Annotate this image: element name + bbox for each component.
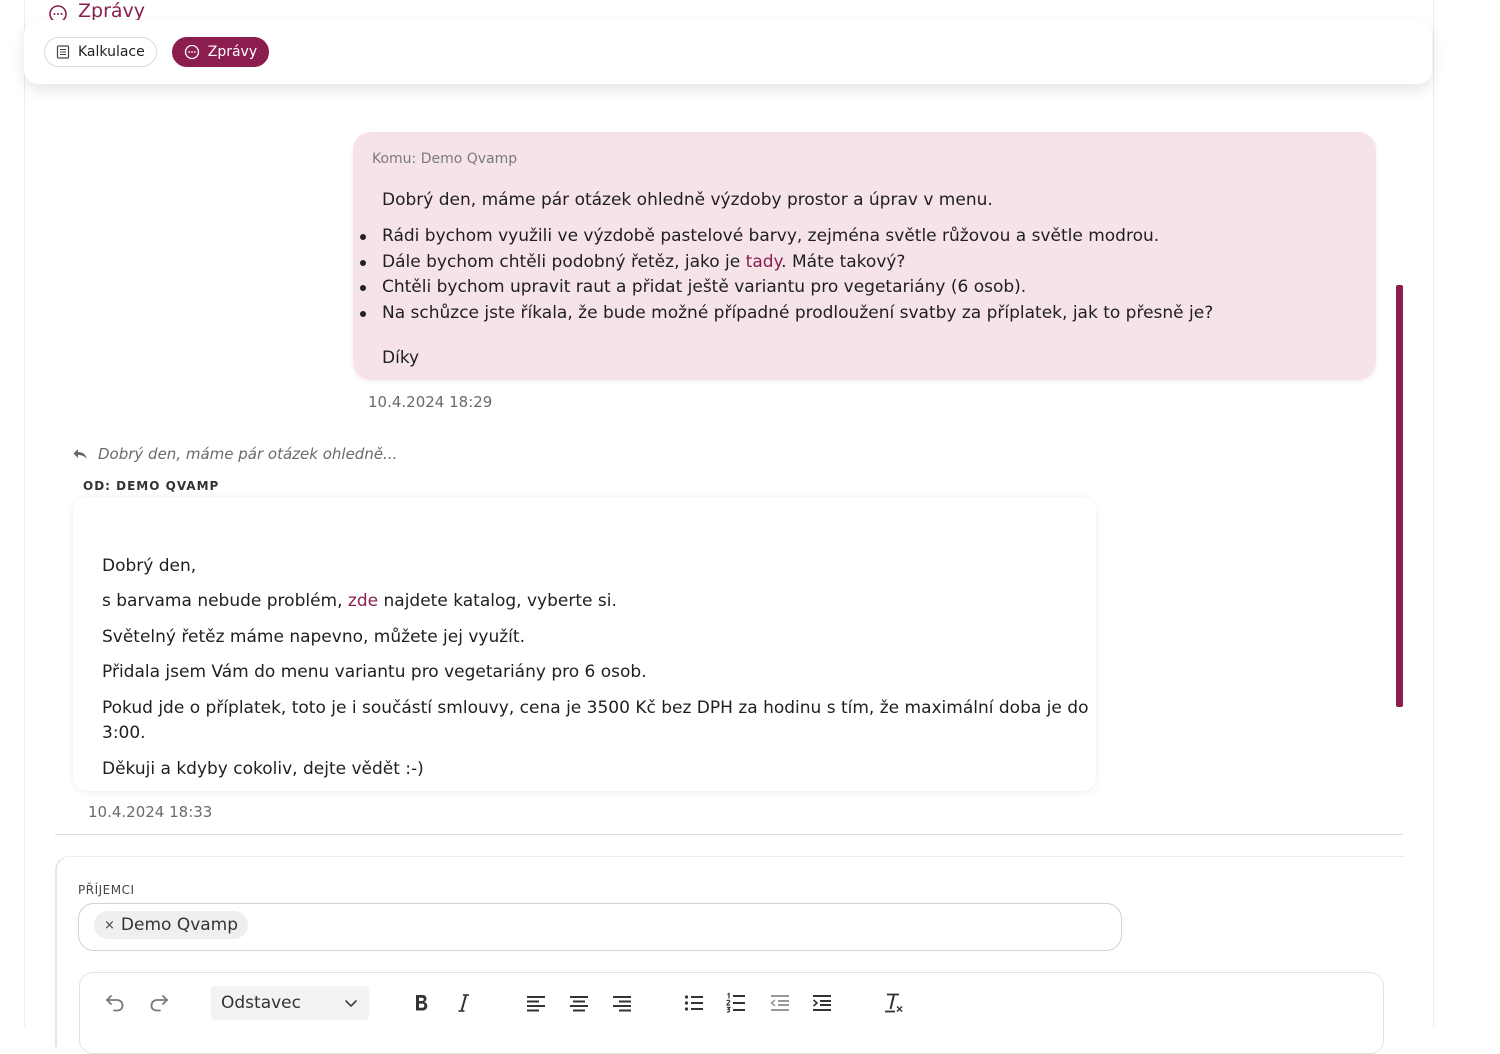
bold-button[interactable] <box>408 986 434 1020</box>
message-paragraph: 3:00. <box>102 723 146 743</box>
tab-bar: Kalkulace Zprávy <box>24 20 1432 84</box>
list-item-suffix: . Máte takový? <box>781 251 906 272</box>
recipients-input[interactable]: × Demo Qvamp <box>78 903 1122 951</box>
numbered-list-button[interactable] <box>722 986 750 1020</box>
message-paragraph: Světelný řetěz máme napevno, můžete jej … <box>102 627 525 647</box>
align-left-icon <box>527 996 545 1012</box>
recipient-chip-label: Demo Qvamp <box>120 915 239 935</box>
message-greeting: Dobrý den, máme pár otázek ohledně výzdo… <box>382 190 993 210</box>
block-format-select[interactable]: Odstavec <box>211 986 369 1020</box>
chevron-down-icon <box>345 1000 357 1007</box>
undo-button[interactable] <box>101 986 129 1018</box>
list-item-text: Dále bychom chtěli podobný řetěz, jako j… <box>382 251 741 272</box>
message-paragraph: s barvama nebude problém, zde najdete ka… <box>102 588 617 614</box>
section-title-text: Zprávy <box>78 0 146 22</box>
received-message-time: 10.4.2024 18:33 <box>88 803 213 821</box>
message-sender: OD: DEMO QVAMP <box>83 479 220 493</box>
recipients-label: PŘÍJEMCI <box>78 883 135 897</box>
bold-icon <box>416 995 428 1011</box>
align-left-button[interactable] <box>522 986 550 1020</box>
clear-format-button[interactable] <box>880 986 908 1020</box>
outdent-button[interactable] <box>766 986 794 1020</box>
align-right-button[interactable] <box>608 986 636 1020</box>
bullet-list-button[interactable] <box>680 986 708 1020</box>
tab-zpravy[interactable]: Zprávy <box>171 37 270 67</box>
scrollbar-thumb[interactable] <box>1396 285 1403 707</box>
outdent-icon <box>770 995 789 1011</box>
reply-reference[interactable]: Dobrý den, máme pár otázek ohledně... <box>72 445 397 463</box>
recipient-chip: × Demo Qvamp <box>94 911 249 939</box>
message-paragraph: Přidala jsem Vám do menu variantu pro ve… <box>102 662 647 682</box>
message-recipient: Komu: Demo Qvamp <box>372 151 518 167</box>
redo-icon <box>150 995 168 1012</box>
paragraph-text: s barvama nebude problém, <box>102 591 343 611</box>
reply-arrow-icon <box>73 449 87 459</box>
block-format-value: Odstavec <box>221 993 301 1013</box>
redo-button[interactable] <box>145 986 173 1018</box>
align-right-icon <box>613 996 631 1012</box>
list-item: Na schůzce jste říkala, že bude možné př… <box>359 301 1213 327</box>
section-title: Zprávy <box>48 0 145 22</box>
received-message-bubble: Dobrý den, s barvama nebude problém, zde… <box>73 497 1096 791</box>
list-item: Dále bychom chtěli podobný řetěz, jako j… <box>359 250 1213 276</box>
message-paragraph: Děkuji a kdyby cokoliv, dejte vědět :-) <box>102 759 424 779</box>
italic-button[interactable] <box>451 986 477 1020</box>
message-closing: Díky <box>382 348 420 368</box>
bullet-list-icon <box>684 995 703 1011</box>
link-zde[interactable]: zde <box>348 591 378 611</box>
sent-message-bubble: Komu: Demo Qvamp Dobrý den, máme pár otá… <box>353 132 1376 380</box>
indent-icon <box>812 995 831 1011</box>
list-item: Rádi bychom využili ve výzdobě pastelové… <box>359 224 1213 250</box>
align-center-icon <box>570 996 588 1012</box>
sent-message-time: 10.4.2024 18:29 <box>368 393 493 411</box>
list-item: Chtěli bychom upravit raut a přidat ješt… <box>359 275 1213 301</box>
italic-icon <box>458 994 469 1012</box>
document-list-icon <box>56 45 70 59</box>
indent-button[interactable] <box>808 986 836 1020</box>
tab-kalkulace-label: Kalkulace <box>78 44 145 60</box>
tab-kalkulace[interactable]: Kalkulace <box>44 37 157 67</box>
undo-icon <box>106 995 124 1012</box>
tab-zpravy-label: Zprávy <box>207 44 258 60</box>
message-paragraph: Pokud jde o příplatek, toto je i součást… <box>102 698 1089 718</box>
link-tady[interactable]: tady <box>746 252 782 272</box>
numbered-list-icon <box>726 992 745 1013</box>
chat-bubble-icon <box>184 44 199 60</box>
paragraph-text: najdete katalog, vyberte si. <box>383 591 617 611</box>
message-bullet-list: Rádi bychom využili ve výzdobě pastelové… <box>359 224 1213 327</box>
clear-format-icon <box>885 993 903 1013</box>
align-center-button[interactable] <box>565 986 593 1020</box>
message-greeting: Dobrý den, <box>102 556 197 576</box>
remove-recipient-button[interactable]: × <box>104 918 115 933</box>
divider <box>55 834 1403 835</box>
reply-reference-text: Dobrý den, máme pár otázek ohledně... <box>98 445 398 463</box>
